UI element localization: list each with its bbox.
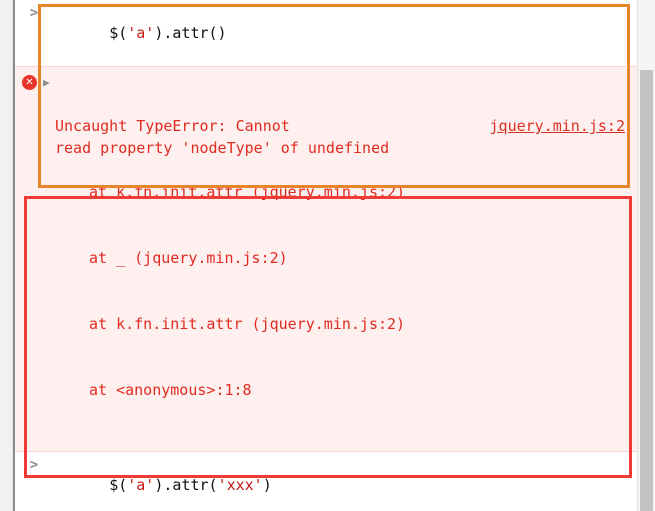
code-token-string: 'a' (127, 24, 155, 42)
error-message-line2: read property 'nodeType' of undefined (55, 139, 390, 157)
console-message-list[interactable]: > $('a').attr() ✕ ▶ jquery.min.js:2 Uncaugh… (15, 0, 637, 511)
code-token-string: 'xxx' (217, 476, 263, 494)
error-stack-line: at _ (jquery.min.js:2) (89, 249, 288, 267)
code-token: $( (109, 24, 128, 42)
console-scrollbar-thumb[interactable] (640, 70, 653, 511)
error-stack-line: at k.fn.init.attr (jquery.min.js:2) (89, 315, 406, 333)
prompt-in-icon: > (29, 5, 39, 21)
code-token: ).attr( (154, 476, 218, 494)
left-gutter-strip (0, 0, 13, 511)
error-stack-line: at <anonymous>:1:8 (89, 381, 252, 399)
error-message-line1: Uncaught TypeError: Cannot (55, 117, 290, 135)
code-token: ) (262, 476, 272, 494)
code-token: $( (109, 476, 128, 494)
console-input-row[interactable]: > $('a').attr() (15, 0, 637, 66)
error-source-link[interactable]: jquery.min.js:2 (490, 115, 625, 137)
console-input-row[interactable]: > $('a').attr('xxx') (15, 452, 637, 511)
error-message: ▶ jquery.min.js:2 Uncaught TypeError: Cann… (15, 71, 637, 445)
code-token: ).attr() (154, 24, 227, 42)
expand-triangle-icon[interactable]: ▶ (43, 72, 50, 94)
error-stack-line: at k.fn.init.attr (jquery.min.js:2) (89, 183, 406, 201)
console-scrollbar-track[interactable] (637, 0, 655, 511)
devtools-console-window: > $('a').attr() ✕ ▶ jquery.min.js:2 Uncaugh… (0, 0, 655, 511)
code-token-string: 'a' (127, 476, 155, 494)
console-error-row[interactable]: ✕ ▶ jquery.min.js:2 Uncaught TypeError: Ca… (15, 66, 637, 452)
prompt-in-icon: > (29, 457, 39, 473)
